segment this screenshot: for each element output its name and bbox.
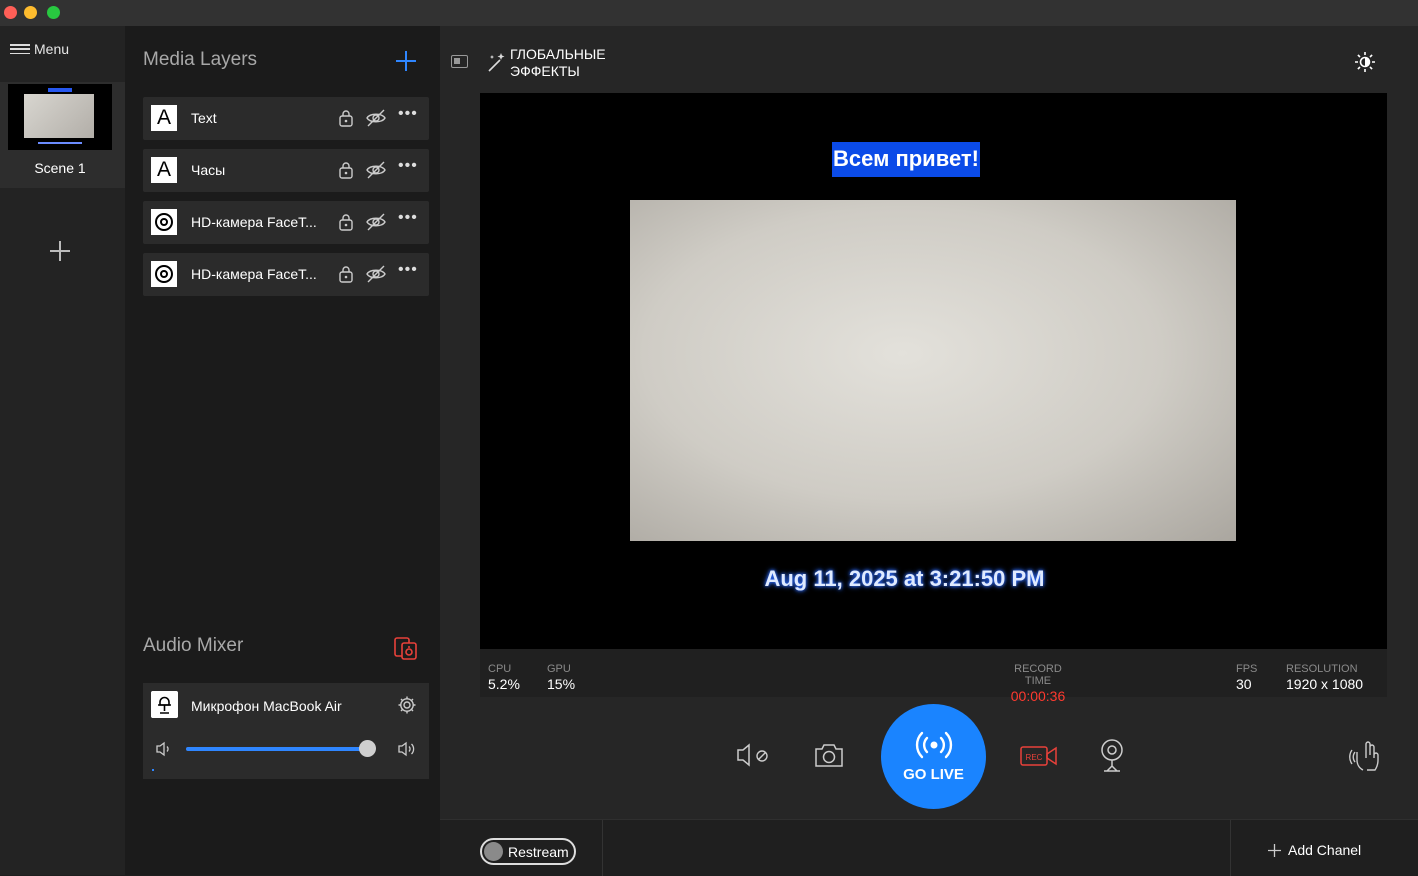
layer-row[interactable]: HD-камера FaceT... ••• xyxy=(143,201,429,244)
snapshot-camera-icon[interactable] xyxy=(814,742,844,768)
layer-row[interactable]: A Часы ••• xyxy=(143,149,429,192)
record-time-value: 00:00:36 xyxy=(1010,688,1066,704)
hidden-eye-icon[interactable] xyxy=(365,159,387,181)
audio-mixer-settings-icon[interactable] xyxy=(393,635,419,661)
layer-name: HD-камера FaceT... xyxy=(191,214,317,230)
toggle-knob xyxy=(484,842,503,861)
close-window-button[interactable] xyxy=(4,6,17,19)
hamburger-icon xyxy=(10,44,30,54)
fps-stat: FPS 30 xyxy=(1236,663,1257,692)
record-time-stat: RECORD TIME 00:00:36 xyxy=(1000,663,1076,704)
audio-mixer-title: Audio Mixer xyxy=(143,635,244,656)
fps-label: FPS xyxy=(1236,663,1258,675)
volume-slider-fill xyxy=(186,747,368,751)
layer-row[interactable]: HD-камера FaceT... ••• xyxy=(143,253,429,296)
minimize-window-button[interactable] xyxy=(24,6,37,19)
restream-label: Restream xyxy=(508,843,569,860)
stats-bar: CPU 5.2% GPU 15% RECORD TIME 00:00:36 FP… xyxy=(480,649,1387,704)
menu-label: Menu xyxy=(34,41,70,57)
volume-slider-knob[interactable] xyxy=(359,740,376,757)
mute-speaker-icon[interactable] xyxy=(736,742,772,768)
volume-low-icon xyxy=(156,741,169,757)
gpu-label: GPU xyxy=(547,663,571,675)
scene-thumbnail xyxy=(8,84,112,150)
media-layers-panel: Media Layers A Text ••• A Часы ••• HD-ка… xyxy=(125,26,440,875)
microphone-icon xyxy=(151,691,178,718)
text-layer-icon: A xyxy=(151,105,177,131)
main-area: ГЛОБАЛЬНЫЕ ЭФФЕКТЫ Всем привет! Aug 11, … xyxy=(440,26,1418,876)
magic-wand-icon[interactable] xyxy=(487,51,507,73)
go-live-button[interactable]: GO LIVE xyxy=(881,704,986,809)
add-scene-button[interactable] xyxy=(50,241,70,261)
bottom-bar: Restream Add Chanel xyxy=(440,819,1418,876)
scene-name: Scene 1 xyxy=(34,160,86,176)
camera-feed[interactable] xyxy=(630,200,1236,541)
gpu-stat: GPU 15% xyxy=(547,663,575,692)
plus-icon xyxy=(1268,843,1281,857)
more-options-icon[interactable]: ••• xyxy=(398,105,418,123)
layer-row[interactable]: A Text ••• xyxy=(143,97,429,140)
clock-overlay[interactable]: Aug 11, 2025 at 3:21:50 PM xyxy=(480,566,1329,592)
hidden-eye-icon[interactable] xyxy=(365,211,387,233)
layer-name: Text xyxy=(191,110,217,126)
gear-icon[interactable] xyxy=(397,695,417,715)
text-layer-icon: A xyxy=(151,157,177,183)
scene-item[interactable]: Scene 1 xyxy=(0,82,125,188)
resolution-stat: RESOLUTION 1920 x 1080 xyxy=(1286,663,1363,692)
camera-layer-icon xyxy=(151,261,177,287)
preview-canvas[interactable]: Всем привет! Aug 11, 2025 at 3:21:50 PM xyxy=(480,93,1387,649)
lock-icon[interactable] xyxy=(338,161,354,179)
more-options-icon[interactable]: ••• xyxy=(398,209,418,227)
greeting-text-overlay[interactable]: Всем привет! xyxy=(832,142,980,177)
add-channel-label: Add Chanel xyxy=(1288,842,1362,858)
cpu-stat: CPU 5.2% xyxy=(488,663,520,692)
title-bar xyxy=(0,0,1418,26)
scenes-sidebar: Menu Scene 1 xyxy=(0,26,125,875)
more-options-icon[interactable]: ••• xyxy=(398,157,418,175)
lock-icon[interactable] xyxy=(338,109,354,127)
cpu-value: 5.2% xyxy=(488,676,520,692)
divider xyxy=(1230,820,1231,876)
audio-level-meter xyxy=(152,769,154,771)
volume-high-icon xyxy=(398,741,415,757)
add-layer-button[interactable] xyxy=(396,51,416,71)
audio-source-name: Микрофон MacBook Air xyxy=(191,698,342,714)
go-live-label: GO LIVE xyxy=(903,766,964,783)
menu-button[interactable]: Menu xyxy=(10,41,69,57)
cpu-label: CPU xyxy=(488,663,512,675)
layer-name: Часы xyxy=(191,162,226,178)
hand-gesture-icon[interactable] xyxy=(1349,738,1383,774)
gpu-value: 15% xyxy=(547,676,576,692)
camera-layer-icon xyxy=(151,209,177,235)
divider xyxy=(602,820,603,876)
zoom-window-button[interactable] xyxy=(47,6,60,19)
toggle-sidebar-icon[interactable] xyxy=(451,55,468,68)
media-layers-title: Media Layers xyxy=(143,49,258,70)
brightness-icon[interactable] xyxy=(1354,51,1376,73)
lock-icon[interactable] xyxy=(338,213,354,231)
volume-slider[interactable] xyxy=(186,740,376,757)
more-options-icon[interactable]: ••• xyxy=(398,261,418,279)
resolution-value: 1920 x 1080 xyxy=(1286,676,1364,692)
record-icon[interactable]: REC xyxy=(1020,744,1058,768)
resolution-label: RESOLUTION xyxy=(1286,663,1358,675)
add-channel-button[interactable]: Add Chanel xyxy=(1268,842,1361,858)
hidden-eye-icon[interactable] xyxy=(365,107,387,129)
rec-label: REC xyxy=(1026,753,1043,762)
lock-icon[interactable] xyxy=(338,265,354,283)
audio-source-card: Микрофон MacBook Air xyxy=(143,683,429,779)
global-effects-button[interactable]: ГЛОБАЛЬНЫЕ ЭФФЕКТЫ xyxy=(510,46,630,80)
webcam-icon[interactable] xyxy=(1099,738,1125,774)
layer-name: HD-камера FaceT... xyxy=(191,266,317,282)
restream-toggle[interactable]: Restream xyxy=(480,838,576,865)
record-time-label: RECORD TIME xyxy=(1014,663,1062,687)
hidden-eye-icon[interactable] xyxy=(365,263,387,285)
broadcast-icon xyxy=(915,731,952,759)
fps-value: 30 xyxy=(1236,676,1252,692)
